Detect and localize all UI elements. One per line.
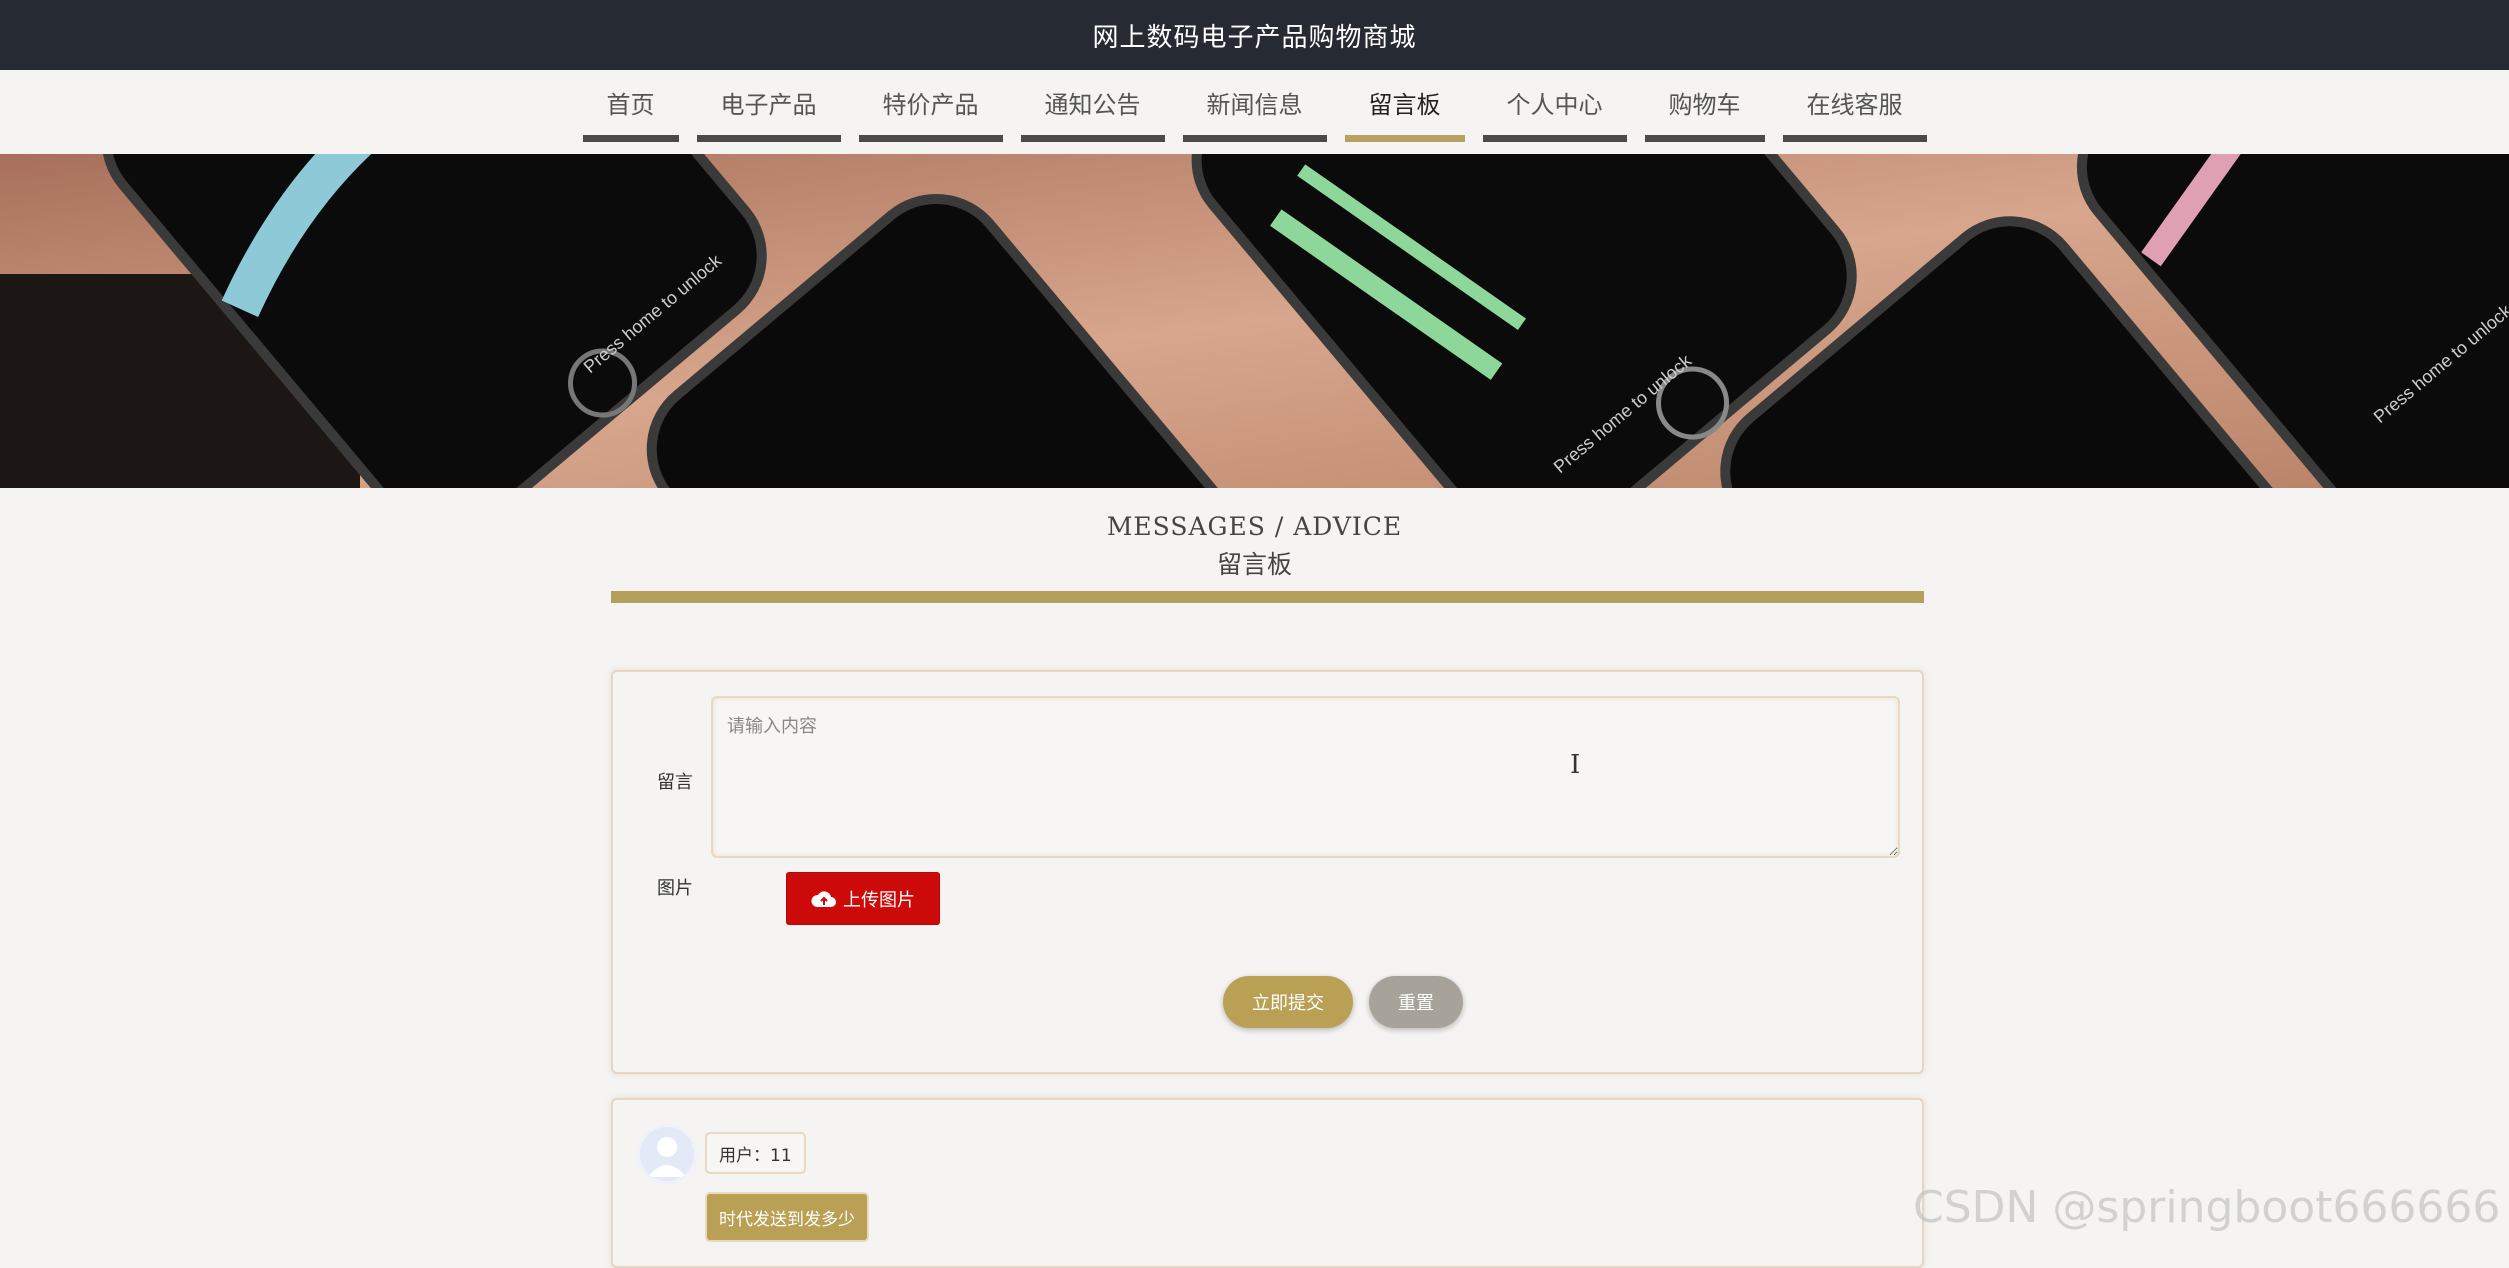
nav-item-label: 特价产品 [882,91,979,119]
nav-item-notices[interactable]: 通知公告 [1020,70,1165,142]
message-textarea[interactable] [711,696,1900,858]
hero-banner: Press home to unlock Press home to unloc… [0,154,2509,488]
site-title: 网上数码电子产品购物商城 [1092,22,1417,53]
section-title-cn: 留言板 [1216,550,1292,579]
upload-image-button[interactable]: 上传图片 [786,872,940,925]
nav-item-label: 通知公告 [1044,91,1141,119]
nav-item-specials[interactable]: 特价产品 [858,70,1003,142]
main-nav: 首页 电子产品 特价产品 通知公告 新闻信息 留言板 个人中心 购物车 在线客服 [0,70,2509,154]
phones-illustration: Press home to unlock Press home to unloc… [0,154,2509,488]
message-label: 留言 [657,772,693,793]
section-divider [611,591,1924,603]
nav-item-online-service[interactable]: 在线客服 [1782,70,1927,142]
nav-item-label: 首页 [606,91,655,119]
nav-item-news[interactable]: 新闻信息 [1182,70,1327,142]
submit-button[interactable]: 立即提交 [1223,976,1353,1028]
avatar [637,1124,697,1184]
user-avatar-icon [648,1137,686,1177]
message-content: 时代发送到发多少 [705,1192,869,1242]
nav-item-home[interactable]: 首页 [582,70,679,142]
nav-item-user-center[interactable]: 个人中心 [1482,70,1627,142]
nav-item-label: 电子产品 [720,91,817,119]
nav-item-cart[interactable]: 购物车 [1644,70,1765,142]
nav-item-label: 在线客服 [1806,91,1903,119]
nav-item-message-board[interactable]: 留言板 [1344,70,1465,142]
nav-item-label: 个人中心 [1506,91,1603,119]
nav-item-label: 留言板 [1368,91,1441,119]
image-label: 图片 [657,878,693,899]
message-form: 留言 图片 上传图片 立即提交 重置 [611,670,1924,1074]
message-user: 用户：11 [705,1132,806,1174]
section-title-en: MESSAGES / ADVICE [1106,512,1403,541]
cloud-upload-icon [811,890,836,907]
message-item: 用户：11 时代发送到发多少 [611,1098,1924,1268]
text-cursor-icon: I [1570,750,1581,780]
watermark: CSDN @springboot666666 [1913,1182,2501,1233]
nav-item-label: 购物车 [1668,91,1741,119]
section-heading: MESSAGES / ADVICE 留言板 [0,512,2509,581]
nav-item-label: 新闻信息 [1206,91,1303,119]
reset-button[interactable]: 重置 [1369,976,1463,1028]
upload-image-label: 上传图片 [843,889,915,911]
site-title-bar: 网上数码电子产品购物商城 [0,0,2509,70]
nav-item-electronics[interactable]: 电子产品 [696,70,841,142]
